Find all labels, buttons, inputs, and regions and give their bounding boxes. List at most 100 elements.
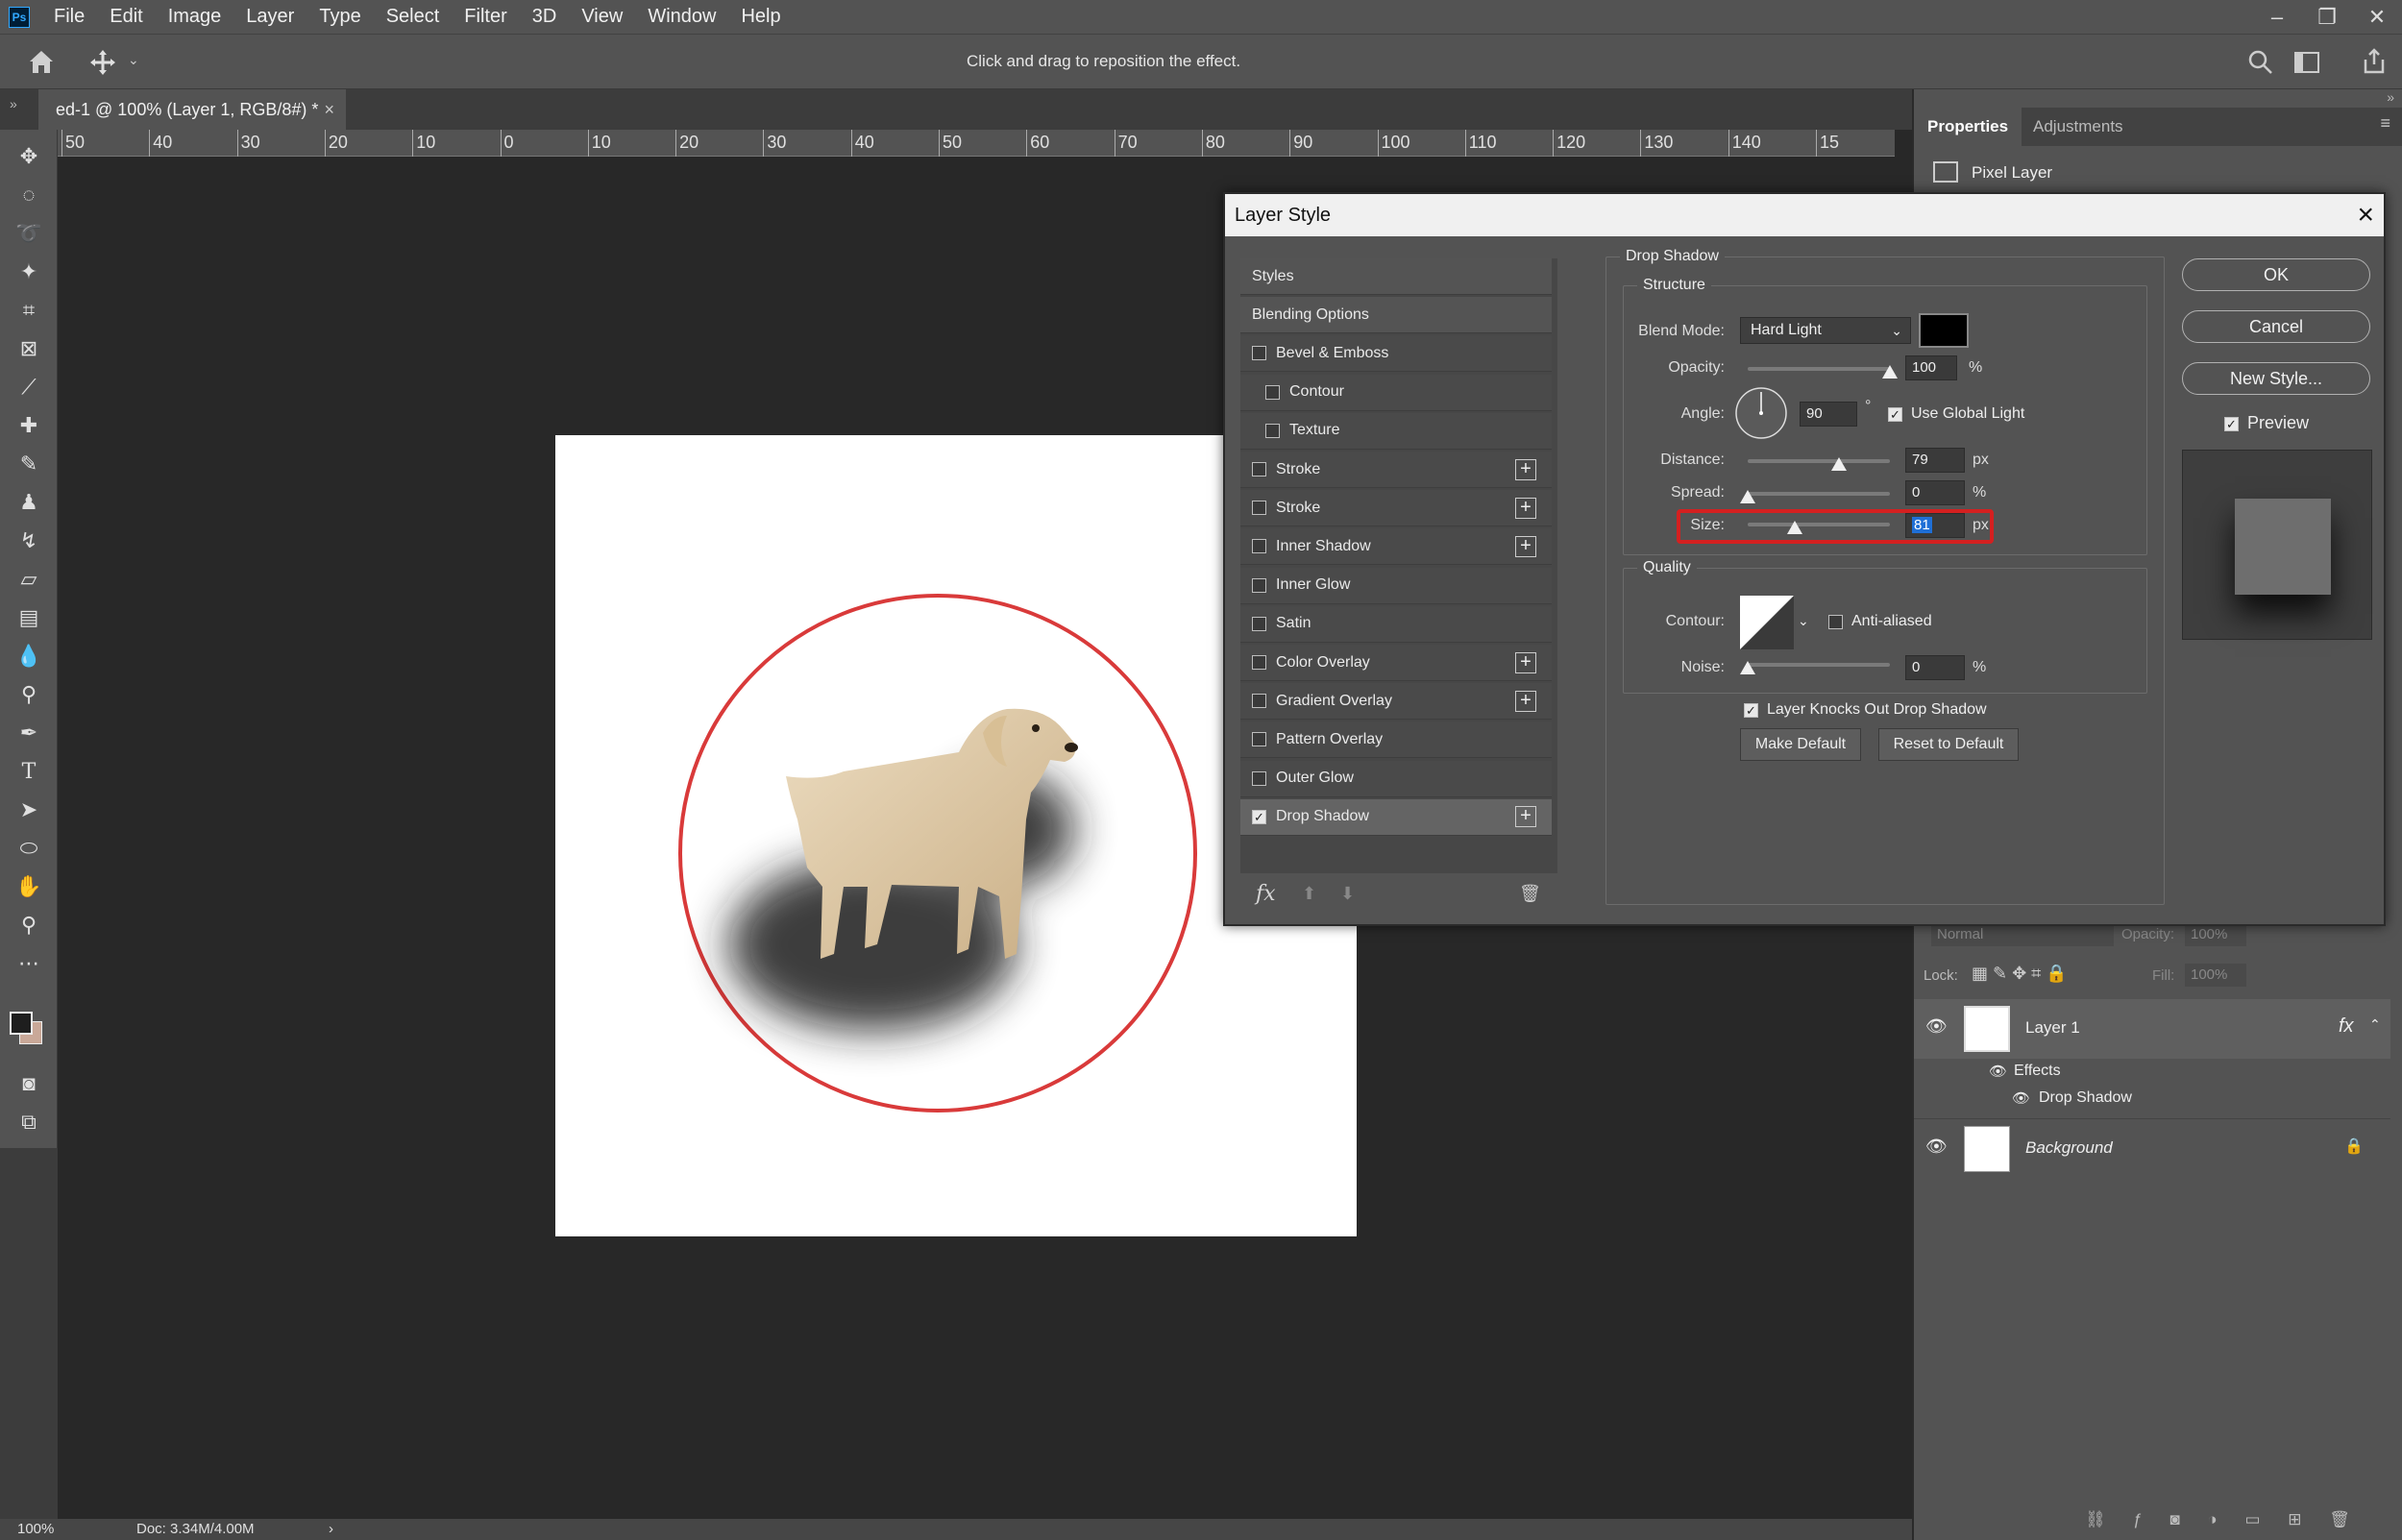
global-light-checkbox[interactable]: ✓ — [1888, 407, 1902, 422]
search-icon[interactable] — [2248, 50, 2273, 75]
effects-eye-icon[interactable]: 👁 — [1989, 1063, 2007, 1080]
workspace-icon[interactable] — [2294, 52, 2319, 73]
style-checkbox[interactable] — [1265, 423, 1280, 438]
layer-blend-select[interactable]: Normal — [1931, 923, 2114, 946]
make-default-button[interactable]: Make Default — [1740, 728, 1861, 761]
anti-aliased-checkbox[interactable] — [1828, 615, 1843, 629]
ellipse-tool-icon[interactable]: ⬭ — [10, 831, 48, 866]
dialog-close-icon[interactable]: × — [2357, 198, 2374, 232]
menu-image[interactable]: Image — [156, 0, 234, 34]
marquee-tool-icon[interactable]: ◌ — [10, 178, 48, 212]
opacity-slider-thumb[interactable] — [1882, 365, 1898, 379]
document-tab[interactable]: ed-1 @ 100% (Layer 1, RGB/8#) * × — [38, 89, 346, 130]
dialog-title-bar[interactable]: Layer Style — [1225, 194, 2384, 236]
zoom-level[interactable]: 100% — [17, 1521, 54, 1537]
style-row-pattern-overlay[interactable]: Pattern Overlay — [1240, 721, 1552, 759]
stamp-tool-icon[interactable]: ♟ — [10, 485, 48, 520]
style-checkbox[interactable] — [1265, 384, 1280, 400]
menu-type[interactable]: Type — [306, 0, 373, 34]
add-effect-icon[interactable]: + — [1515, 535, 1536, 557]
style-row-texture[interactable]: Texture — [1240, 412, 1552, 450]
style-checkbox[interactable] — [1252, 732, 1266, 747]
menu-layer[interactable]: Layer — [233, 0, 306, 34]
frame-tool-icon[interactable]: ⊠ — [10, 331, 48, 366]
menu-select[interactable]: Select — [374, 0, 453, 34]
healing-brush-icon[interactable]: ✚ — [10, 408, 48, 443]
opacity-slider-track[interactable] — [1748, 367, 1890, 371]
expand-effects-icon[interactable]: ⌃ — [2369, 1016, 2381, 1033]
opacity-input[interactable]: 100 — [1905, 355, 1957, 380]
home-icon[interactable] — [27, 48, 56, 75]
style-checkbox[interactable] — [1252, 462, 1266, 477]
contour-preview-icon[interactable] — [1740, 596, 1794, 649]
size-slider-thumb[interactable] — [1786, 521, 1802, 534]
distance-slider-thumb[interactable] — [1830, 457, 1847, 471]
menu-view[interactable]: View — [569, 0, 635, 34]
cancel-button[interactable]: Cancel — [2182, 310, 2370, 343]
crop-tool-icon[interactable]: ⌗ — [10, 293, 48, 328]
spread-slider-thumb[interactable] — [1740, 490, 1755, 503]
menu-help[interactable]: Help — [728, 0, 793, 34]
distance-input[interactable]: 79 — [1905, 448, 1965, 473]
add-effect-icon[interactable]: + — [1515, 690, 1536, 712]
menu-file[interactable]: File — [41, 0, 97, 34]
style-checkbox[interactable] — [1252, 770, 1266, 786]
noise-input[interactable]: 0 — [1905, 655, 1965, 680]
style-row-contour[interactable]: Contour — [1240, 374, 1552, 411]
spread-slider-track[interactable] — [1748, 492, 1890, 496]
move-down-icon[interactable]: ⬇ — [1340, 884, 1355, 904]
style-row-color-overlay[interactable]: Color Overlay + — [1240, 645, 1552, 681]
style-row-stroke[interactable]: Stroke + — [1240, 452, 1552, 488]
style-checkbox[interactable] — [1252, 616, 1266, 631]
angle-dial-icon[interactable] — [1734, 386, 1788, 440]
fill-value[interactable]: 100% — [2185, 964, 2246, 987]
pen-tool-icon[interactable]: ✒ — [10, 716, 48, 750]
style-row-stroke[interactable]: Stroke + — [1240, 490, 1552, 527]
menu-edit[interactable]: Edit — [97, 0, 155, 34]
document-tab-close[interactable]: × — [324, 89, 334, 130]
shadow-color-swatch[interactable] — [1919, 313, 1969, 348]
quick-mask-icon[interactable]: ◙ — [10, 1066, 48, 1101]
style-row-satin[interactable]: Satin — [1240, 605, 1552, 643]
lasso-tool-icon[interactable]: ➰ — [10, 216, 48, 251]
add-effect-icon[interactable]: + — [1515, 497, 1536, 519]
move-up-icon[interactable]: ⬆ — [1302, 884, 1316, 904]
style-row-inner-shadow[interactable]: Inner Shadow + — [1240, 528, 1552, 566]
magic-wand-icon[interactable]: ✦ — [10, 255, 48, 289]
style-row-drop-shadow[interactable]: ✓ Drop Shadow + — [1240, 798, 1552, 836]
style-checkbox[interactable]: ✓ — [1252, 809, 1266, 824]
foreground-color-swatch[interactable] — [10, 1012, 33, 1035]
style-row-styles[interactable]: Styles — [1240, 258, 1552, 295]
zoom-tool-icon[interactable]: ⚲ — [10, 908, 48, 942]
brush-tool-icon[interactable]: ✎ — [10, 447, 48, 481]
share-icon[interactable] — [2362, 48, 2387, 75]
dodge-tool-icon[interactable]: ⚲ — [10, 677, 48, 712]
angle-input[interactable]: 90 — [1800, 402, 1857, 427]
tab-properties[interactable]: Properties — [1914, 108, 2022, 146]
layer-row-layer1[interactable]: 👁 Layer 1 fx ⌃ — [1914, 999, 2390, 1059]
hand-tool-icon[interactable]: ✋ — [10, 869, 48, 904]
visibility-eye-icon[interactable]: 👁 — [1925, 1016, 1948, 1037]
layer-opacity-value[interactable]: 100% — [2185, 923, 2246, 946]
history-brush-icon[interactable]: ↯ — [10, 524, 48, 558]
reset-default-button[interactable]: Reset to Default — [1878, 728, 2019, 761]
add-effect-icon[interactable]: + — [1515, 651, 1536, 673]
fx-menu-icon[interactable]: fx — [1256, 882, 1276, 906]
style-row-bevel-emboss[interactable]: Bevel & Emboss — [1240, 335, 1552, 373]
restore-icon[interactable]: ❐ — [2302, 5, 2352, 30]
size-slider-track[interactable] — [1748, 523, 1890, 526]
style-row-gradient-overlay[interactable]: Gradient Overlay + — [1240, 683, 1552, 721]
style-checkbox[interactable] — [1252, 655, 1266, 670]
style-row-inner-glow[interactable]: Inner Glow — [1240, 567, 1552, 604]
more-tools-icon[interactable]: ⋯ — [10, 946, 48, 981]
panel-collapse-icon[interactable]: » — [2387, 89, 2394, 105]
blur-tool-icon[interactable]: 💧 — [10, 639, 48, 673]
style-checkbox[interactable] — [1252, 577, 1266, 593]
style-row-blending-options[interactable]: Blending Options — [1240, 297, 1552, 334]
style-checkbox[interactable] — [1252, 694, 1266, 709]
delete-effect-icon[interactable]: 🗑 — [1519, 884, 1541, 904]
eraser-icon[interactable]: ▱ — [10, 562, 48, 597]
spread-input[interactable]: 0 — [1905, 480, 1965, 505]
background-eye-icon[interactable]: 👁 — [1925, 1137, 1948, 1157]
path-selection-icon[interactable]: ➤ — [10, 793, 48, 827]
